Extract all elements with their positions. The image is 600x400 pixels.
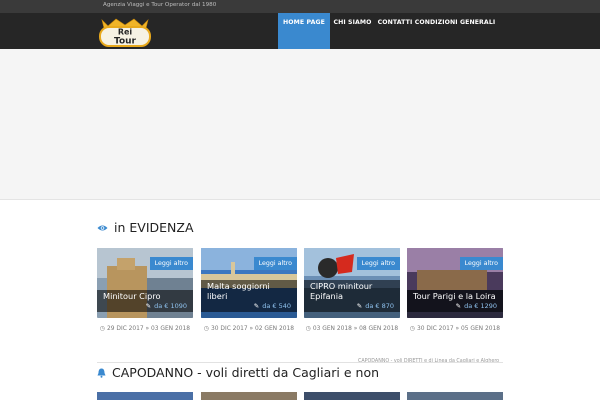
navbar: Rei Tour HOME PAGE CHI SIAMO CONTATTI CO… bbox=[0, 13, 600, 49]
bell-icon bbox=[97, 368, 106, 378]
card-date: ◷ 29 DIC 2017 » 03 GEN 2018 bbox=[97, 325, 193, 334]
price-tag-icon: ✎ bbox=[253, 302, 260, 310]
price-tag-icon: ✎ bbox=[145, 302, 152, 310]
card-price: ✎ da € 1090 bbox=[103, 302, 187, 310]
read-more-button[interactable]: Leggi altro bbox=[253, 257, 297, 270]
price-text: da € 1290 bbox=[464, 302, 497, 310]
card-parigi-loira[interactable]: Leggi altro Tour Parigi e la Loira ✎ da €… bbox=[407, 248, 503, 318]
card-title: Tour Parigi e la Loira bbox=[413, 290, 496, 301]
price-text: da € 540 bbox=[262, 302, 291, 310]
capodanno-card-image[interactable] bbox=[304, 392, 400, 400]
nav-home[interactable]: HOME PAGE bbox=[278, 13, 330, 49]
card-price: ✎ da € 1290 bbox=[413, 302, 497, 310]
tagline: Agenzia Viaggi e Tour Operator dal 1980 bbox=[103, 2, 217, 8]
nav-condizioni-generali[interactable]: CONDIZIONI GENERALI bbox=[415, 13, 495, 49]
logo-line2: Tour bbox=[114, 37, 137, 47]
card-caption: Minitour Cipro ✎ da € 1090 bbox=[97, 289, 193, 312]
card-price: ✎ da € 540 bbox=[207, 302, 291, 310]
card-caption: CIPRO minitour Epifania ✎ da € 870 bbox=[304, 280, 400, 312]
price-text: da € 870 bbox=[365, 302, 394, 310]
card-price: ✎ da € 870 bbox=[310, 302, 394, 310]
price-tag-icon: ✎ bbox=[455, 302, 462, 310]
read-more-button[interactable]: Leggi altro bbox=[459, 257, 503, 270]
logo-line1: Rei bbox=[118, 28, 133, 37]
card-title: Minitour Cipro bbox=[103, 290, 161, 301]
date-text: 29 DIC 2017 » 03 GEN 2018 bbox=[107, 326, 190, 332]
card-date: ◷ 30 DIC 2017 » 02 GEN 2018 bbox=[201, 325, 297, 334]
capodanno-card-image[interactable] bbox=[407, 392, 503, 400]
section-capodanno-header: CAPODANNO - voli diretti da Cagliari e n… bbox=[97, 365, 379, 380]
reitour-logo[interactable]: Rei Tour bbox=[96, 16, 154, 48]
section-evidenza-title: in EVIDENZA bbox=[114, 220, 194, 235]
capodanno-card-image[interactable] bbox=[201, 392, 297, 400]
clock-icon: ◷ bbox=[305, 326, 313, 332]
card-date: ◷ 30 DIC 2017 » 05 GEN 2018 bbox=[407, 325, 503, 334]
price-text: da € 1090 bbox=[154, 302, 187, 310]
card-minitour-cipro[interactable]: Leggi altro Minitour Cipro ✎ da € 1090 bbox=[97, 248, 193, 318]
top-bar: Agenzia Viaggi e Tour Operator dal 1980 bbox=[0, 0, 600, 13]
card-title: CIPRO minitour Epifania bbox=[310, 281, 373, 301]
nav-contatti[interactable]: CONTATTI bbox=[375, 13, 415, 49]
card-cipro-epifania[interactable]: Leggi altro CIPRO minitour Epifania ✎ da … bbox=[304, 248, 400, 318]
section-capodanno-title: CAPODANNO - voli diretti da Cagliari e n… bbox=[112, 365, 380, 380]
clock-icon: ◷ bbox=[204, 326, 212, 332]
eye-icon bbox=[97, 225, 108, 230]
card-date: ◷ 03 GEN 2018 » 08 GEN 2018 bbox=[304, 325, 400, 334]
section-evidenza-header: in EVIDENZA bbox=[97, 220, 194, 235]
card-malta[interactable]: Leggi altro Malta soggiorni liberi ✎ da €… bbox=[201, 248, 297, 318]
card-caption: Malta soggiorni liberi ✎ da € 540 bbox=[201, 280, 297, 312]
main-nav: HOME PAGE CHI SIAMO CONTATTI CONDIZIONI … bbox=[278, 13, 495, 49]
read-more-button[interactable]: Leggi altro bbox=[356, 257, 400, 270]
card-title: Malta soggiorni liberi bbox=[207, 281, 270, 301]
card-caption: Tour Parigi e la Loira ✎ da € 1290 bbox=[407, 289, 503, 312]
date-text: 30 DIC 2017 » 05 GEN 2018 bbox=[417, 326, 500, 332]
nav-chi-siamo[interactable]: CHI SIAMO bbox=[330, 13, 375, 49]
clock-icon: ◷ bbox=[100, 326, 108, 332]
clock-icon: ◷ bbox=[410, 326, 418, 332]
date-text: 03 GEN 2018 » 08 GEN 2018 bbox=[312, 326, 399, 332]
section-divider bbox=[97, 362, 503, 363]
capodanno-card-image[interactable] bbox=[97, 392, 193, 400]
price-tag-icon: ✎ bbox=[356, 302, 363, 310]
read-more-button[interactable]: Leggi altro bbox=[149, 257, 193, 270]
date-text: 30 DIC 2017 » 02 GEN 2018 bbox=[211, 326, 294, 332]
hero-banner bbox=[0, 49, 600, 200]
